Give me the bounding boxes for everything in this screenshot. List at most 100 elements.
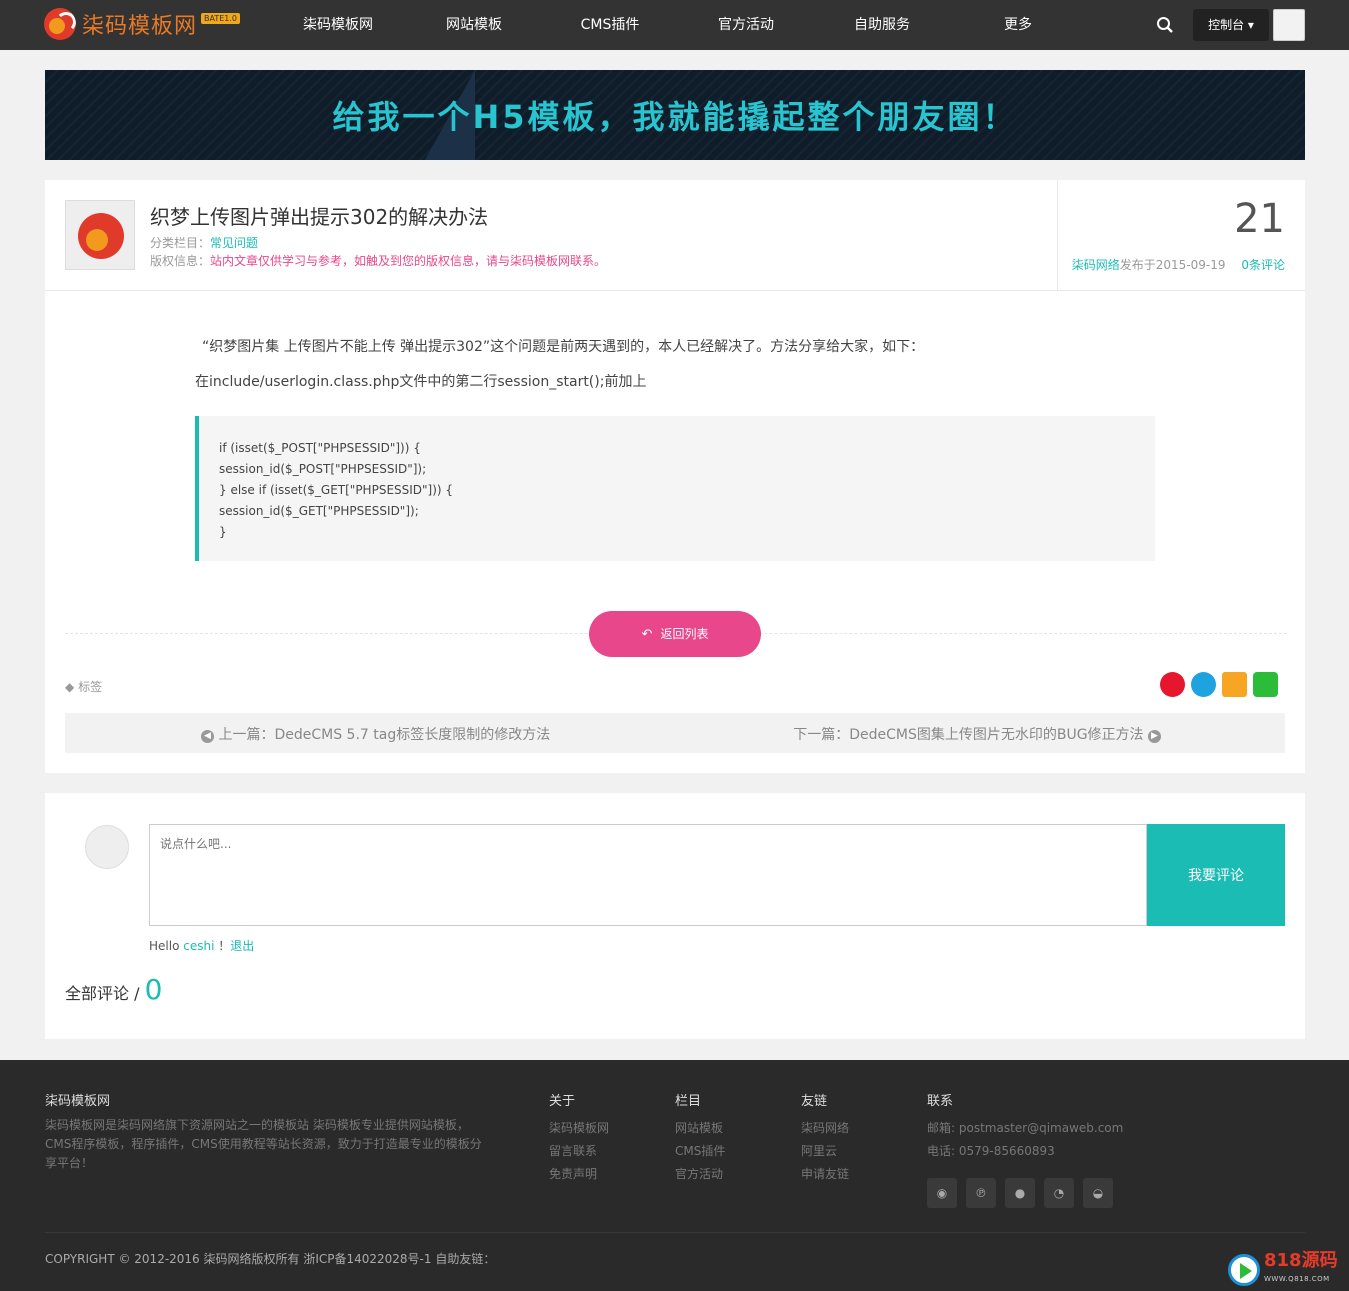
footer-link[interactable]: 阿里云 — [801, 1140, 849, 1163]
footer-col-head: 友链 — [801, 1094, 828, 1109]
submit-comment-button[interactable]: 我要评论 — [1147, 824, 1285, 926]
footer-col-head: 栏目 — [675, 1094, 702, 1109]
footer-site-title: 柒码模板网 — [45, 1094, 111, 1109]
hello-text: Hello — [149, 939, 180, 953]
article-thumbnail — [65, 200, 135, 270]
logo-icon — [78, 213, 124, 259]
arrow-left-icon: ◀ — [201, 730, 214, 743]
commenter-avatar — [85, 825, 129, 869]
search-icon[interactable] — [1156, 16, 1174, 34]
username-link[interactable]: ceshi — [183, 939, 214, 953]
next-article-title: 下一篇：DedeCMS图集上传图片无水印的BUG修正方法 — [793, 727, 1144, 743]
code-line: if (isset($_POST["PHPSESSID"])) { — [219, 441, 421, 455]
qq-icon[interactable]: ● — [1005, 1178, 1035, 1208]
tencent-weibo-icon[interactable] — [1191, 672, 1216, 697]
prev-article-title: 上一篇：DedeCMS 5.7 tag标签长度限制的修改方法 — [218, 727, 551, 743]
code-line: session_id($_POST["PHPSESSID"]); — [219, 462, 427, 476]
comment-input[interactable] — [149, 824, 1147, 926]
footer-link[interactable]: 申请友链 — [801, 1163, 849, 1186]
footer-link[interactable]: CMS插件 — [675, 1140, 725, 1163]
comments-count-link[interactable]: 0条评论 — [1241, 258, 1285, 272]
nav-item-more[interactable]: 更多 — [950, 0, 1086, 50]
code-block: if (isset($_POST["PHPSESSID"])) { sessio… — [195, 416, 1155, 561]
control-panel-button[interactable]: 控制台 ▾ — [1193, 9, 1269, 41]
footer-link[interactable]: 留言联系 — [549, 1140, 609, 1163]
code-line: } else if (isset($_GET["PHPSESSID"])) { — [219, 483, 454, 497]
watermark-sub: WWW.Q818.COM — [1264, 1275, 1330, 1283]
tag-icon: ◆ — [65, 680, 75, 694]
nav-item-home[interactable]: 柒码模板网 — [270, 0, 406, 50]
nav-item-events[interactable]: 官方活动 — [678, 0, 814, 50]
nav-item-cms-plugins[interactable]: CMS插件 — [542, 0, 678, 50]
weibo-icon[interactable] — [1160, 672, 1185, 697]
article-header: 织梦上传图片弹出提示302的解决办法 分类栏目：常见问题 版权信息：站内文章仅供… — [45, 180, 1305, 291]
tags-row: ◆ 标签 — [65, 678, 102, 695]
footer-link[interactable]: 免责声明 — [549, 1163, 609, 1186]
social-icons: ◉ ℗ ● ◔ ◒ — [927, 1178, 1113, 1208]
back-to-list-button[interactable]: ↶ 返回列表 — [589, 611, 761, 657]
footer-link[interactable]: 柒码网络 — [801, 1117, 849, 1140]
favorite-star-icon[interactable] — [1222, 672, 1247, 697]
category-link[interactable]: 常见问题 — [210, 236, 258, 250]
nav-item-templates[interactable]: 网站模板 — [406, 0, 542, 50]
footer-site-desc: 柒码模板网是柒码网络旗下资源网站之一的模板站 柒码模板专业提供网站模板，CMS程… — [45, 1118, 482, 1170]
article-card: 织梦上传图片弹出提示302的解决办法 分类栏目：常见问题 版权信息：站内文章仅供… — [45, 180, 1305, 773]
logo-badge: BATE1.0 — [201, 12, 241, 24]
login-greeting: Hello ceshi ！退出 — [149, 937, 254, 954]
site-logo[interactable]: 柒码模板网 BATE1.0 — [44, 8, 241, 40]
publish-info: 柒码网络发布于2015-09-19 0条评论 — [1072, 256, 1285, 273]
article-date-box: 21 柒码网络发布于2015-09-19 0条评论 — [1057, 180, 1305, 291]
article-paragraph: 在include/userlogin.class.php文件中的第二行sessi… — [195, 374, 647, 390]
footer-link[interactable]: 官方活动 — [675, 1163, 725, 1186]
next-article-link[interactable]: 下一篇：DedeCMS图集上传图片无水印的BUG修正方法 ▶ — [793, 724, 1161, 744]
comment-section: 我要评论 Hello ceshi ！退出 全部评论 / 0 — [45, 793, 1305, 1039]
footer-col-about: 关于 柒码模板网 留言联系 免责声明 — [549, 1090, 609, 1186]
wechat-icon[interactable]: ◒ — [1083, 1178, 1113, 1208]
copyright-label: 版权信息： — [150, 254, 211, 268]
logo-icon — [44, 8, 76, 40]
main-nav: 柒码模板网 网站模板 CMS插件 官方活动 自助服务 更多 — [270, 0, 1086, 50]
contact-phone: 电话: 0579-85660893 — [927, 1144, 1055, 1158]
footer-col-links: 友链 柒码网络 阿里云 申请友链 — [801, 1090, 849, 1186]
prev-article-link[interactable]: ◀ 上一篇：DedeCMS 5.7 tag标签长度限制的修改方法 — [201, 724, 550, 744]
banner-text: 给我一个H5模板，我就能撬起整个朋友圈！ — [332, 98, 1018, 136]
nav-item-self-service[interactable]: 自助服务 — [814, 0, 950, 50]
footer-divider — [45, 1232, 1305, 1233]
user-avatar[interactable] — [1273, 9, 1305, 41]
share-buttons — [1160, 672, 1278, 697]
tags-label: 标签 — [78, 680, 103, 694]
watermark-text: 818源码 WWW.Q818.COM — [1264, 1252, 1338, 1288]
arrow-right-icon: ▶ — [1148, 730, 1161, 743]
publish-date: 发布于2015-09-19 — [1119, 258, 1226, 272]
article-paragraph: “织梦图片集 上传图片不能上传 弹出提示302”这个问题是前两天遇到的，本人已经… — [202, 339, 925, 355]
tencent-weibo-icon[interactable]: ℗ — [966, 1178, 996, 1208]
reply-arrow-icon: ↶ — [641, 627, 653, 642]
back-label: 返回列表 — [660, 627, 709, 641]
publish-day: 21 — [1234, 196, 1285, 242]
greeting-sep: ！ — [218, 939, 231, 953]
wechat-icon[interactable] — [1253, 672, 1278, 697]
prev-next-nav: ◀ 上一篇：DedeCMS 5.7 tag标签长度限制的修改方法 下一篇：Ded… — [65, 713, 1285, 753]
article-category: 分类栏目：常见问题 — [150, 234, 258, 251]
article-copyright: 版权信息：站内文章仅供学习与参考，如触及到您的版权信息，请与柒码模板网联系。 — [150, 252, 606, 269]
footer-col-contact: 联系 邮箱: postmaster@qimaweb.com 电话: 0579-8… — [927, 1090, 1123, 1163]
article-title: 织梦上传图片弹出提示302的解决办法 — [150, 205, 489, 229]
watermark: 818源码 WWW.Q818.COM — [1228, 1252, 1338, 1288]
comments-total: 全部评论 / 0 — [65, 973, 162, 1006]
promo-banner[interactable]: 给我一个H5模板，我就能撬起整个朋友圈！ — [45, 70, 1305, 160]
footer-col-head: 关于 — [549, 1094, 576, 1109]
footer-col-head: 联系 — [927, 1094, 954, 1109]
footer-link[interactable]: 柒码模板网 — [549, 1117, 609, 1140]
footer-link[interactable]: 网站模板 — [675, 1117, 725, 1140]
logo-text: 柒码模板网 — [82, 14, 198, 39]
site-footer: 柒码模板网 柒码模板网是柒码网络旗下资源网站之一的模板站 柒码模板专业提供网站模… — [0, 1060, 1349, 1291]
copyright-text: COPYRIGHT © 2012-2016 柒码网络版权所有 浙ICP备1402… — [45, 1252, 496, 1266]
total-count: 0 — [144, 973, 163, 1006]
author-link[interactable]: 柒码网络 — [1072, 258, 1120, 272]
logout-link[interactable]: 退出 — [230, 939, 254, 953]
rss-icon[interactable]: ◔ — [1044, 1178, 1074, 1208]
weibo-icon[interactable]: ◉ — [927, 1178, 957, 1208]
watermark-title: 818源码 — [1264, 1250, 1338, 1271]
copyright-text: 站内文章仅供学习与参考，如触及到您的版权信息，请与柒码模板网联系。 — [210, 254, 607, 268]
contact-email: 邮箱: postmaster@qimaweb.com — [927, 1121, 1124, 1135]
